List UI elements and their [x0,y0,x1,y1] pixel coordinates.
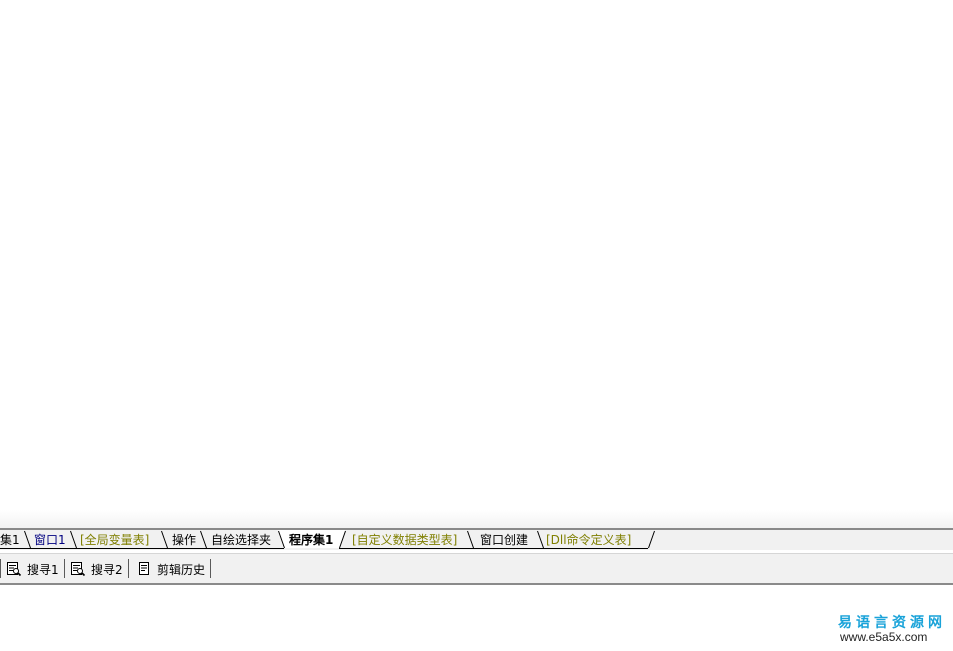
panel-tab-label: 搜寻1 [27,562,59,577]
search-list-icon [6,561,22,577]
tab-sep [537,530,544,549]
code-editor-area[interactable] [0,0,953,510]
output-panel-tabbar: 搜寻1 搜寻2 剪辑历史 [0,553,953,585]
tab-dll-commands[interactable]: [Dll命令定义表] [546,531,631,549]
panel-tab-clip-history[interactable]: 剪辑历史 [136,558,205,580]
panel-tab-separator [0,559,1,578]
tab-sep [24,530,31,549]
tab-sep [70,530,77,549]
tab-sep [467,530,474,549]
tab-sep [200,530,207,549]
panel-tab-separator [64,559,65,578]
panel-tab-search2[interactable]: 搜寻2 [70,558,123,580]
tab-program-set1[interactable]: 程序集1 [289,531,333,549]
tab-custom-data-types[interactable]: [自定义数据类型表] [352,531,457,549]
panel-tab-search1[interactable]: 搜寻1 [6,558,59,580]
tab-sep [648,530,655,549]
tab-global-variables[interactable]: [全局变量表] [80,531,149,549]
search-list-icon [70,561,86,577]
tab-custom-draw-selector[interactable]: 自绘选择夹 [211,531,271,549]
tab-operations[interactable]: 操作 [172,531,196,549]
panel-tab-label: 搜寻2 [91,562,123,577]
tab-program-set[interactable]: 集1 [0,531,20,549]
tab-window1[interactable]: 窗口1 [34,531,66,549]
panel-tab-separator [128,559,129,578]
panel-tab-label: 剪辑历史 [157,562,206,577]
panel-tab-separator [210,559,211,578]
tab-sep [161,530,168,549]
editor-bottom-strip [0,510,953,528]
output-panel-area [0,585,953,651]
watermark-title: 易语言资源网 [838,615,946,631]
document-tab-strip: 集1 窗口1 [全局变量表] 操作 自绘选择夹 程序集1 [自定义数据类型表] … [0,528,953,550]
tab-window-create[interactable]: 窗口创建 [480,531,528,549]
clip-history-icon [136,561,152,577]
watermark-url: www.e5a5x.com [840,630,928,644]
